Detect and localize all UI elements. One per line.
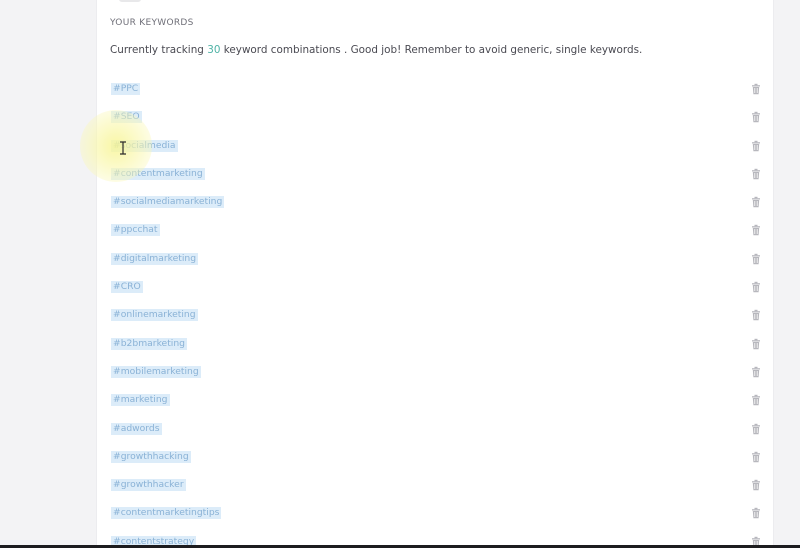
keyword-row: #b2bmarketing	[97, 330, 773, 358]
trash-icon[interactable]	[750, 309, 762, 321]
top-control-stub	[119, 0, 141, 2]
keyword-row: #adwords	[97, 415, 773, 443]
keyword-row: #PPC	[97, 75, 773, 103]
keyword-tag[interactable]: #onlinemarketing	[111, 309, 198, 322]
trash-icon[interactable]	[750, 338, 762, 350]
trash-icon[interactable]	[750, 366, 762, 378]
keyword-tag[interactable]: #adwords	[111, 422, 162, 435]
trash-icon[interactable]	[750, 423, 762, 435]
keyword-row: #digitalmarketing	[97, 245, 773, 273]
keyword-row: #CRO	[97, 273, 773, 301]
trash-icon[interactable]	[750, 451, 762, 463]
keyword-row: #SEO	[97, 103, 773, 131]
keyword-row: #socialmedia	[97, 132, 773, 160]
trash-icon[interactable]	[750, 83, 762, 95]
trash-icon[interactable]	[750, 479, 762, 491]
keyword-tag[interactable]: #mobilemarketing	[111, 365, 201, 378]
keyword-tag[interactable]: #socialmedia	[111, 139, 178, 152]
keyword-count: 30	[207, 44, 221, 56]
keyword-row: #socialmediamarketing	[97, 188, 773, 216]
keyword-row: #marketing	[97, 386, 773, 414]
trash-icon[interactable]	[750, 507, 762, 519]
keyword-row: #growthhacker	[97, 471, 773, 499]
keyword-row: #contentmarketing	[97, 160, 773, 188]
keyword-tag[interactable]: #marketing	[111, 394, 170, 407]
summary-suffix: keyword combinations . Good job! Remembe…	[223, 44, 643, 56]
trash-icon[interactable]	[750, 281, 762, 293]
keyword-tag[interactable]: #SEO	[111, 111, 142, 124]
section-title: YOUR KEYWORDS	[110, 18, 194, 28]
keyword-list: #PPC #SEO #socialmedia #contentmarketing…	[97, 75, 773, 548]
keyword-tag[interactable]: #CRO	[111, 281, 143, 294]
keyword-tag[interactable]: #digitalmarketing	[111, 252, 199, 265]
keyword-tag[interactable]: #socialmediamarketing	[111, 196, 225, 209]
keyword-row: #mobilemarketing	[97, 358, 773, 386]
keyword-row: #growthhacking	[97, 443, 773, 471]
trash-icon[interactable]	[750, 168, 762, 180]
keyword-tag[interactable]: #growthhacking	[111, 450, 191, 463]
trash-icon[interactable]	[750, 253, 762, 265]
keyword-tag[interactable]: #contentmarketingtips	[111, 507, 222, 520]
keyword-tag[interactable]: #PPC	[111, 83, 141, 95]
keyword-row: #onlinemarketing	[97, 301, 773, 329]
trash-icon[interactable]	[750, 111, 762, 123]
tracking-summary: Currently tracking 30 keyword combinatio…	[110, 44, 642, 56]
trash-icon[interactable]	[750, 196, 762, 208]
trash-icon[interactable]	[750, 224, 762, 236]
trash-icon[interactable]	[750, 394, 762, 406]
summary-prefix: Currently tracking	[110, 44, 204, 56]
keyword-row: #contentmarketingtips	[97, 499, 773, 527]
keyword-tag[interactable]: #growthhacker	[111, 479, 186, 492]
keyword-row: #ppcchat	[97, 216, 773, 244]
keyword-tag[interactable]: #ppcchat	[111, 224, 160, 237]
keyword-tag[interactable]: #b2bmarketing	[111, 337, 188, 350]
trash-icon[interactable]	[750, 140, 762, 152]
keywords-card: YOUR KEYWORDS Currently tracking 30 keyw…	[96, 0, 774, 548]
keyword-tag[interactable]: #contentmarketing	[111, 167, 205, 180]
